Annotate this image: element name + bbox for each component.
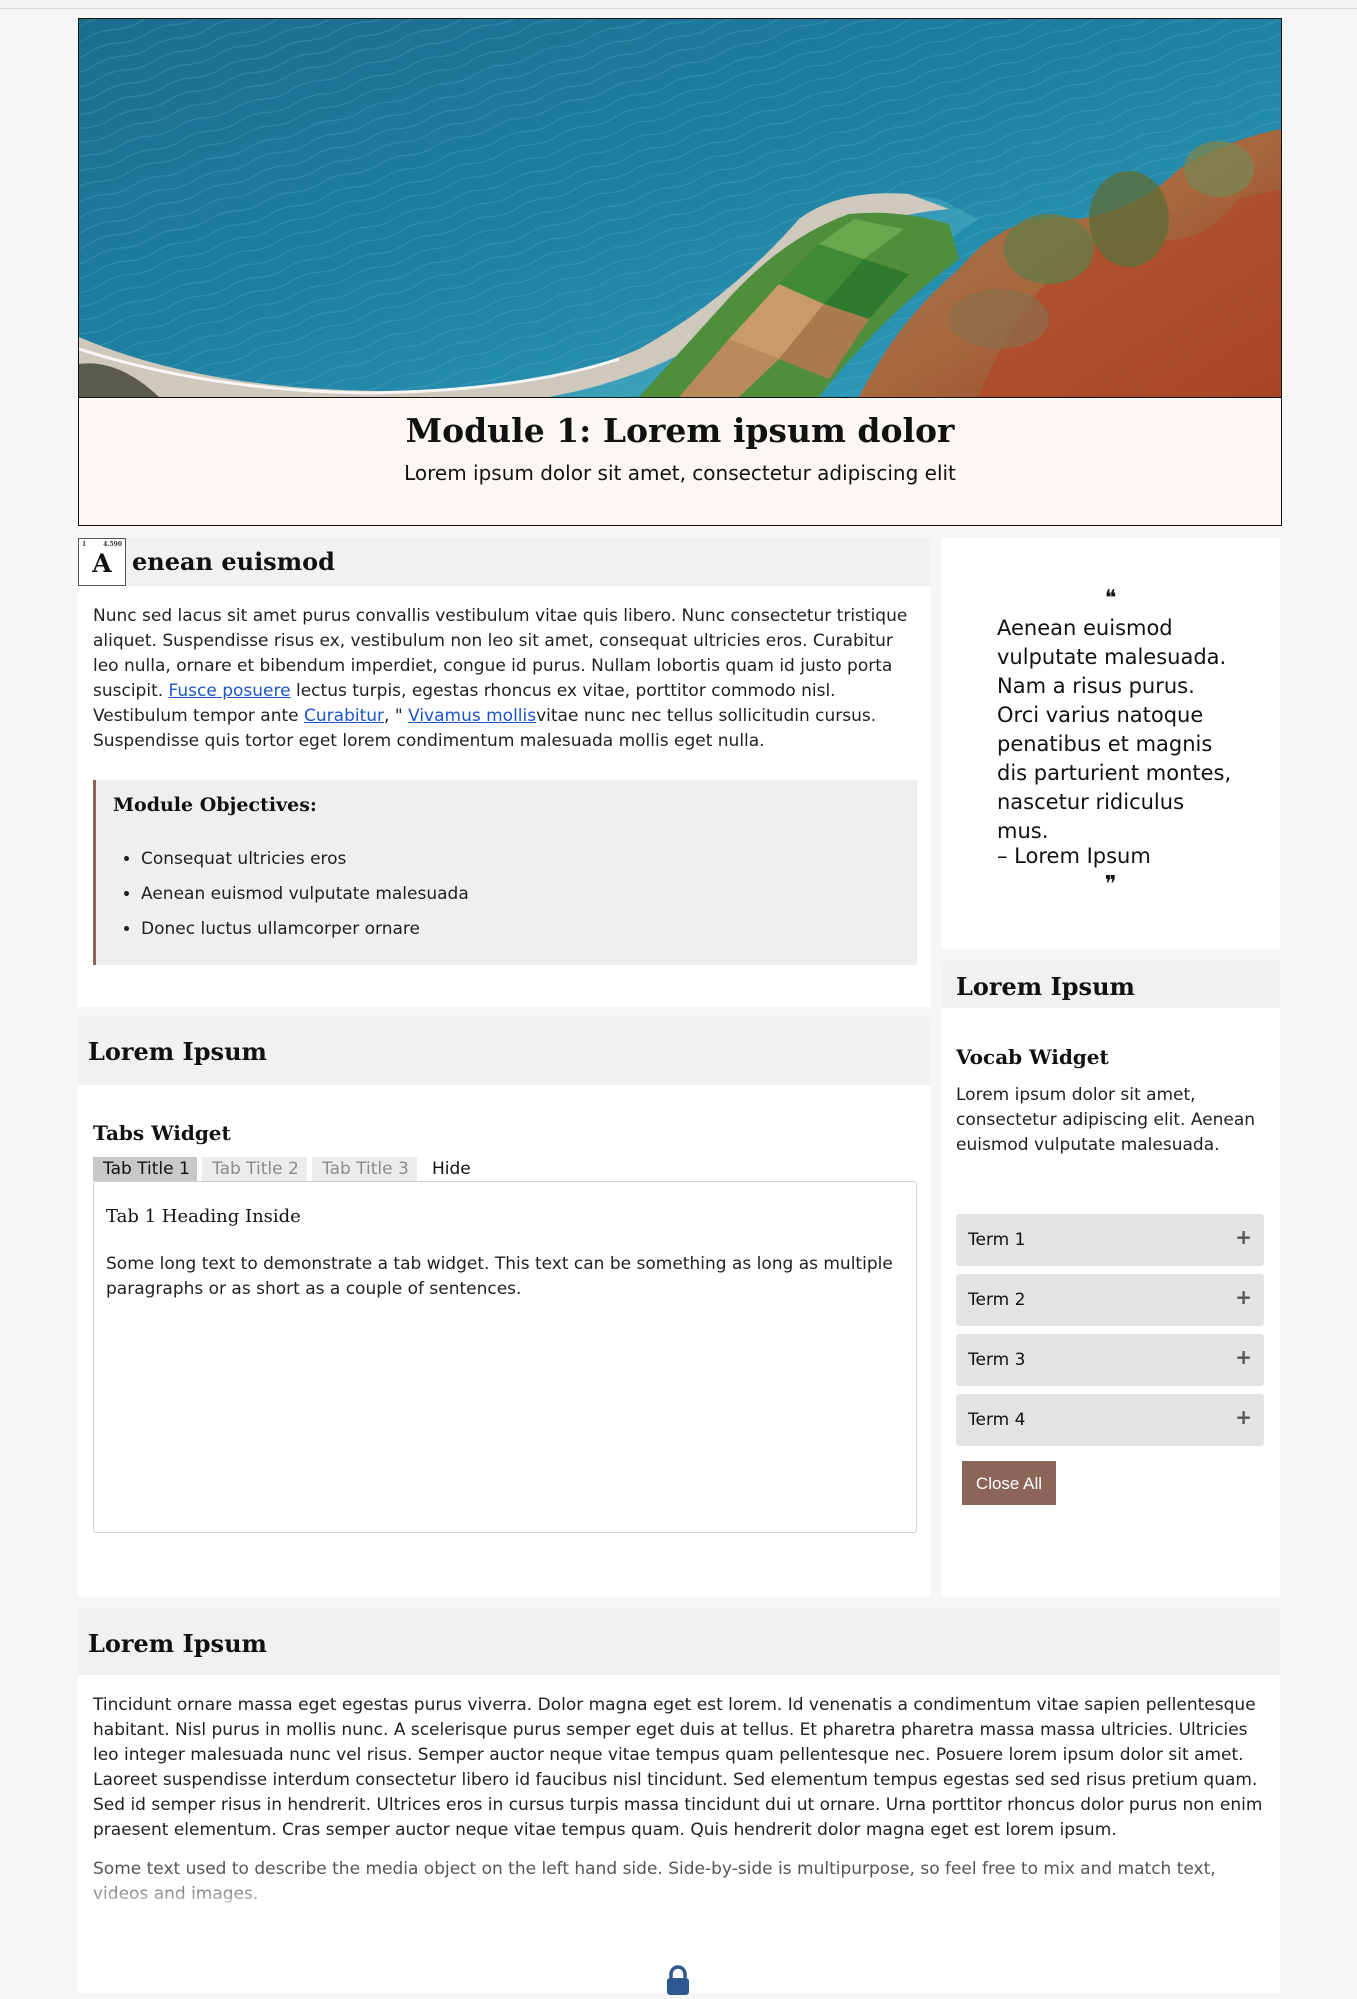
vocab-term-4[interactable]: Term 4 + <box>956 1394 1264 1446</box>
term-label: Term 2 <box>968 1290 1026 1310</box>
lock-icon <box>665 1965 691 1995</box>
bottom-section-heading: Lorem Ipsum <box>88 1629 267 1658</box>
hero-coastline-image <box>79 19 1281 398</box>
vocab-widget-title: Vocab Widget <box>956 1045 1109 1069</box>
intro-text-3: , " <box>384 706 409 726</box>
tab-content-heading: Tab 1 Heading Inside <box>106 1206 301 1227</box>
term-label: Term 3 <box>968 1350 1026 1370</box>
vocab-section-header: Lorem Ipsum <box>941 961 1280 1008</box>
expand-plus-icon[interactable]: + <box>1235 1285 1252 1309</box>
tabs-section-heading: Lorem Ipsum <box>88 1037 267 1066</box>
quote-author: – Lorem Ipsum <box>997 844 1151 868</box>
tab-2[interactable]: Tab Title 2 <box>202 1157 307 1181</box>
dropcap-tag-left: 1 <box>82 541 87 548</box>
dropcap-letter: A <box>92 549 112 578</box>
intro-paragraph: Nunc sed lacus sit amet purus convallis … <box>93 604 917 754</box>
intro-heading: enean euismod <box>132 547 335 576</box>
quote-panel: ❝ Aenean euismod vulputate malesuada. Na… <box>941 538 1280 949</box>
objectives-list: Consequat ultricies eros Aenean euismod … <box>113 842 469 947</box>
tab-1[interactable]: Tab Title 1 <box>93 1157 197 1181</box>
open-quote-icon: ❝ <box>1104 586 1117 611</box>
link-vivamus-mollis[interactable]: Vivamus mollis <box>408 706 536 726</box>
media-text-panel: Lorem Ipsum Tincidunt ornare massa eget … <box>78 1609 1280 1995</box>
tab-content-text: Some long text to demonstrate a tab widg… <box>106 1254 893 1299</box>
tab-content-panel: Tab 1 Heading Inside Some long text to d… <box>93 1181 917 1533</box>
vocab-section-heading: Lorem Ipsum <box>956 972 1135 1001</box>
term-label: Term 4 <box>968 1410 1026 1430</box>
quote-text: Aenean euismod vulputate malesuada. Nam … <box>997 616 1232 843</box>
objective-item: Donec luctus ullamcorper ornare <box>141 912 469 947</box>
term-label: Term 1 <box>968 1230 1026 1250</box>
objective-item: Aenean euismod vulputate malesuada <box>141 877 469 912</box>
expand-plus-icon[interactable]: + <box>1235 1225 1252 1249</box>
intro-header: 1 4.590 A enean euismod <box>78 538 931 586</box>
vocab-term-1[interactable]: Term 1 + <box>956 1214 1264 1266</box>
link-fusce-posuere[interactable]: Fusce posuere <box>169 681 291 701</box>
close-all-button[interactable]: Close All <box>962 1461 1056 1505</box>
objectives-title: Module Objectives: <box>113 794 317 816</box>
vocab-term-3[interactable]: Term 3 + <box>956 1334 1264 1386</box>
link-curabitur[interactable]: Curabitur <box>304 706 384 726</box>
vocab-panel: Lorem Ipsum Vocab Widget Lorem ipsum dol… <box>941 961 1280 1597</box>
module-objectives-box: Module Objectives: Consequat ultricies e… <box>93 780 917 965</box>
objective-item: Consequat ultricies eros <box>141 842 469 877</box>
vocab-description: Lorem ipsum dolor sit amet, consectetur … <box>956 1085 1256 1155</box>
browser-top-edge <box>0 0 1357 9</box>
vocab-term-2[interactable]: Term 2 + <box>956 1274 1264 1326</box>
dropcap-tag-right: 4.590 <box>103 541 122 548</box>
tab-3[interactable]: Tab Title 3 <box>312 1157 417 1181</box>
intro-panel: 1 4.590 A enean euismod Nunc sed lacus s… <box>78 538 931 1007</box>
dropcap-badge: 1 4.590 A <box>78 538 126 586</box>
hide-tabs-button[interactable]: Hide <box>422 1157 482 1181</box>
module-title: Module 1: Lorem ipsum dolor <box>405 411 955 450</box>
module-subtitle: Lorem ipsum dolor sit amet, consectetur … <box>404 461 956 485</box>
close-quote-icon: ❞ <box>1104 872 1117 897</box>
caption-fade <box>93 1879 1263 1919</box>
tabs-section-header: Lorem Ipsum <box>78 1017 931 1085</box>
expand-plus-icon[interactable]: + <box>1235 1345 1252 1369</box>
bottom-section-header: Lorem Ipsum <box>78 1609 1280 1675</box>
bottom-paragraph: Tincidunt ornare massa eget egestas puru… <box>93 1695 1263 1840</box>
tabs-widget-title: Tabs Widget <box>93 1121 231 1145</box>
tabs-panel: Lorem Ipsum Tabs Widget Tab Title 1 Tab … <box>78 1017 931 1597</box>
expand-plus-icon[interactable]: + <box>1235 1405 1252 1429</box>
module-banner: Module 1: Lorem ipsum dolor Lorem ipsum … <box>78 18 1282 526</box>
